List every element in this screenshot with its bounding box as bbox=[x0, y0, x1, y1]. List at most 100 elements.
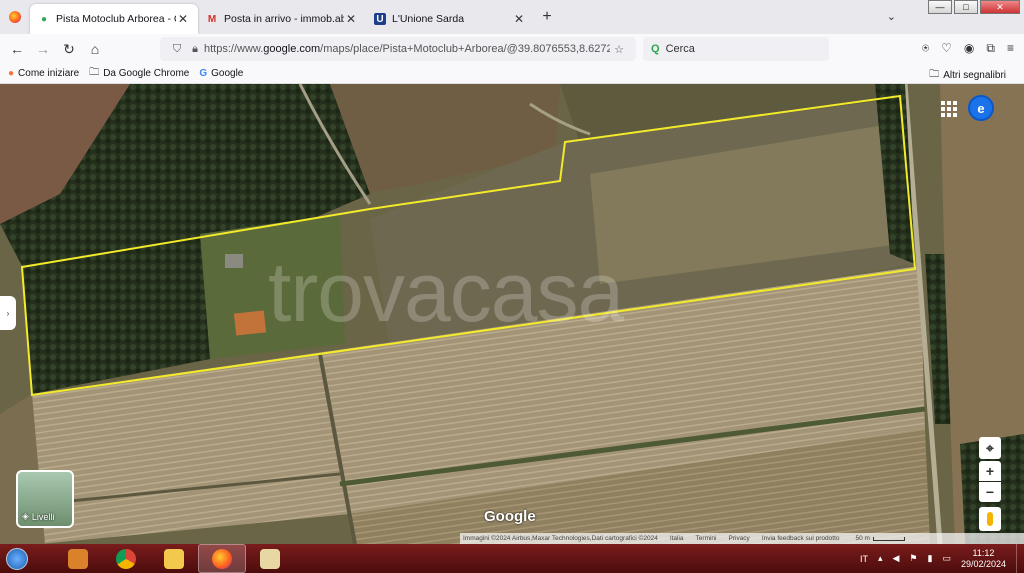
taskbar-firefox[interactable] bbox=[198, 544, 246, 573]
maps-pin-icon: ● bbox=[40, 13, 48, 25]
link-privacy[interactable]: Privacy bbox=[729, 535, 750, 542]
watermark: trovacasa bbox=[268, 245, 624, 339]
street-view-pegman-icon[interactable] bbox=[979, 507, 1001, 531]
extensions-icon[interactable]: ⧉ bbox=[986, 41, 995, 56]
url-domain: google.com bbox=[263, 43, 321, 55]
close-tab-icon[interactable]: ✕ bbox=[176, 12, 190, 26]
other-bookmarks-label: Altri segnalibri bbox=[943, 70, 1006, 81]
start-button[interactable] bbox=[0, 544, 34, 573]
action-center-flag-icon[interactable]: ⚑ bbox=[909, 553, 917, 564]
window-controls: — □ ✕ bbox=[928, 0, 1020, 14]
firefox-icon bbox=[212, 548, 232, 569]
taskbar-media-player[interactable] bbox=[54, 544, 102, 573]
satellite-map[interactable]: trovacasa e › ◈ Livelli ⌖ + − Google Imma… bbox=[0, 84, 1024, 544]
scale-label: 50 m bbox=[855, 535, 870, 542]
bookmark-google[interactable]: G Google bbox=[199, 68, 243, 79]
tab-posta-in-arrivo[interactable]: M Posta in arrivo - immob.abitare ✕ bbox=[198, 4, 366, 34]
google-g-icon: G bbox=[199, 68, 208, 79]
forward-arrow-icon[interactable]: → bbox=[30, 41, 56, 57]
back-arrow-icon[interactable]: ← bbox=[4, 41, 30, 57]
map-attribution: Immagini ©2024 Airbus,Maxar Technologies… bbox=[460, 533, 1024, 544]
side-panel-toggle[interactable]: › bbox=[0, 296, 16, 330]
map-scale[interactable]: 50 m bbox=[856, 535, 905, 542]
google-logo: Google bbox=[484, 508, 536, 525]
bookmarks-bar: ● Come iniziare 🗀 Da Google Chrome G Google… bbox=[0, 64, 1024, 84]
bookmark-star-icon[interactable]: ☆ bbox=[610, 43, 628, 56]
pocket-icon[interactable]: ♡ bbox=[941, 41, 952, 56]
lock-icon[interactable]: 🔒︎ bbox=[186, 43, 204, 56]
imagery-credit: Immagini ©2024 Airbus,Maxar Technologies… bbox=[463, 535, 658, 542]
chrome-icon bbox=[116, 548, 136, 569]
url-bar[interactable]: ⛉ 🔒︎ https://www.google.com/maps/place/P… bbox=[160, 37, 636, 61]
bookmark-come-iniziare[interactable]: ● Come iniziare bbox=[8, 68, 79, 79]
windows-logo-icon bbox=[6, 547, 28, 570]
maximize-icon[interactable]: □ bbox=[954, 0, 978, 14]
bookmark-da-google-chrome[interactable]: 🗀 Da Google Chrome bbox=[89, 65, 189, 82]
layers-label: ◈ Livelli bbox=[22, 511, 54, 522]
other-bookmarks[interactable]: 🗀 Altri segnalibri bbox=[929, 67, 1006, 84]
tab-strip: ● Pista Motoclub Arborea - Goog ✕ M Post… bbox=[0, 0, 1024, 34]
menu-icon[interactable]: ≡ bbox=[1007, 41, 1014, 56]
link-italia[interactable]: Italia bbox=[670, 535, 684, 542]
zoom-in-button[interactable]: + bbox=[979, 461, 1001, 481]
clock[interactable]: 11:12 29/02/2024 bbox=[961, 548, 1006, 570]
folder-icon: 🗀 bbox=[929, 69, 940, 80]
layers-text: Livelli bbox=[31, 511, 55, 522]
search-placeholder: Cerca bbox=[665, 43, 695, 55]
taskbar-chrome[interactable] bbox=[102, 544, 150, 573]
volume-icon[interactable]: ◀ bbox=[892, 553, 899, 564]
taskbar-explorer[interactable] bbox=[150, 544, 198, 573]
account-avatar[interactable]: e bbox=[968, 95, 994, 121]
bookmark-label: Google bbox=[211, 68, 244, 79]
new-tab-button[interactable]: + bbox=[534, 8, 560, 26]
firefox-icon: ● bbox=[8, 68, 15, 79]
url-path: /maps/place/Pista+Motoclub+Arborea/@39.8… bbox=[320, 43, 610, 55]
bookmark-label: Come iniziare bbox=[18, 68, 80, 79]
reload-icon[interactable]: ↻ bbox=[56, 41, 82, 58]
taskbar-file-manager[interactable] bbox=[246, 544, 294, 573]
farm-shed bbox=[225, 254, 243, 268]
search-input[interactable]: Q Cerca bbox=[643, 37, 829, 61]
media-player-icon bbox=[68, 548, 88, 569]
file-manager-icon bbox=[260, 548, 280, 569]
toolbar-icons: ⍟ ♡ ◉ ⧉ ≡ bbox=[922, 41, 1014, 56]
tab-title: Pista Motoclub Arborea - Goog bbox=[56, 13, 176, 25]
battery-icon[interactable]: ▭ bbox=[942, 553, 951, 564]
link-feedback[interactable]: Invia feedback sul prodotto bbox=[762, 535, 840, 542]
save-to-pocket-icon[interactable]: ⍟ bbox=[922, 41, 929, 56]
tab-pista-motoclub[interactable]: ● Pista Motoclub Arborea - Goog ✕ bbox=[30, 4, 198, 34]
windows-taskbar: IT ▴ ◀ ⚑ ▮ ▭ 11:12 29/02/2024 bbox=[0, 544, 1024, 573]
show-desktop-button[interactable] bbox=[1016, 544, 1024, 573]
account-icon[interactable]: ◉ bbox=[964, 41, 974, 56]
scale-bar bbox=[872, 536, 905, 541]
bookmark-label: Da Google Chrome bbox=[103, 68, 190, 79]
link-termini[interactable]: Termini bbox=[696, 535, 717, 542]
google-apps-icon[interactable] bbox=[938, 98, 958, 118]
tab-title: L'Unione Sarda bbox=[392, 13, 465, 25]
tray-expand-icon[interactable]: ▴ bbox=[878, 553, 883, 564]
my-location-icon[interactable]: ⌖ bbox=[979, 437, 1001, 459]
clock-date: 29/02/2024 bbox=[960, 558, 1006, 569]
chevron-down-icon[interactable]: ⌄ bbox=[887, 10, 896, 23]
network-icon[interactable]: ▮ bbox=[927, 553, 932, 564]
search-engine-icon[interactable]: Q bbox=[651, 43, 660, 55]
layers-icon: ◈ bbox=[22, 511, 29, 521]
folder-icon: 🗀 bbox=[89, 67, 100, 78]
language-indicator[interactable]: IT bbox=[860, 554, 868, 564]
close-tab-icon[interactable]: ✕ bbox=[344, 12, 358, 26]
gmail-icon: M bbox=[207, 13, 217, 25]
tab-title: Posta in arrivo - immob.abitare bbox=[224, 13, 344, 25]
clock-time: 11:12 bbox=[972, 547, 995, 558]
url-prefix: https://www. bbox=[204, 43, 264, 55]
url-text[interactable]: https://www.google.com/maps/place/Pista+… bbox=[204, 43, 610, 55]
layers-button[interactable]: ◈ Livelli bbox=[16, 470, 74, 528]
home-icon[interactable]: ⌂ bbox=[82, 41, 108, 57]
tab-unione-sarda[interactable]: U L'Unione Sarda ✕ bbox=[366, 4, 534, 34]
close-tab-icon[interactable]: ✕ bbox=[512, 12, 526, 26]
shield-icon[interactable]: ⛉ bbox=[168, 43, 186, 56]
firefox-view-button[interactable] bbox=[0, 0, 30, 34]
close-window-icon[interactable]: ✕ bbox=[980, 0, 1020, 14]
minimize-icon[interactable]: — bbox=[928, 0, 952, 14]
zoom-out-button[interactable]: − bbox=[979, 482, 1001, 502]
explorer-folder-icon bbox=[164, 548, 184, 569]
